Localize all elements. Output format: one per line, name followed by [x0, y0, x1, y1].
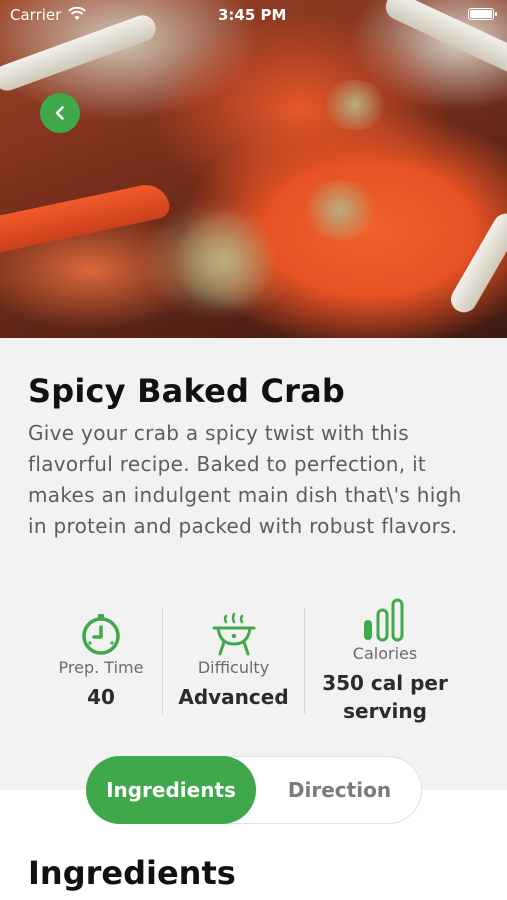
calories-value: 350 cal per serving	[322, 671, 448, 723]
wifi-icon	[68, 7, 86, 20]
timer-icon	[82, 614, 120, 655]
signal-bars-icon	[364, 598, 404, 642]
tab-ingredients[interactable]: Ingredients	[86, 756, 256, 824]
grill-icon	[212, 612, 255, 656]
recipe-description: Give your crab a spicy twist with this f…	[28, 421, 462, 538]
chevron-left-icon	[55, 106, 64, 120]
recipe-hero-image	[0, 0, 507, 338]
battery-icon	[468, 8, 497, 20]
prep-time-label: Prep. Time	[58, 658, 144, 677]
back-button[interactable]	[40, 93, 80, 133]
stat-prep-time: Prep. Time 40	[40, 608, 162, 720]
difficulty-value: Advanced	[178, 685, 289, 709]
carrier-label: Carrier	[10, 6, 62, 24]
prep-time-value: 40	[87, 685, 115, 709]
status-bar: Carrier 3:45 PM	[0, 0, 507, 30]
status-time: 3:45 PM	[218, 6, 287, 24]
ingredients-heading: Ingredients	[28, 854, 236, 892]
stat-calories: Calories 350 cal per serving	[305, 598, 465, 723]
recipe-details: Spicy Baked Crab Give your crab a spicy …	[0, 338, 507, 790]
stat-difficulty: Difficulty Advanced	[163, 608, 304, 720]
recipe-stats: Prep. Time 40 Difficulty Advanced Calori…	[0, 598, 507, 723]
tab-direction[interactable]: Direction	[257, 757, 422, 823]
difficulty-label: Difficulty	[197, 658, 270, 677]
calories-label: Calories	[352, 644, 418, 663]
recipe-tabs: Ingredients Direction	[86, 756, 422, 824]
recipe-title: Spicy Baked Crab	[28, 372, 346, 410]
